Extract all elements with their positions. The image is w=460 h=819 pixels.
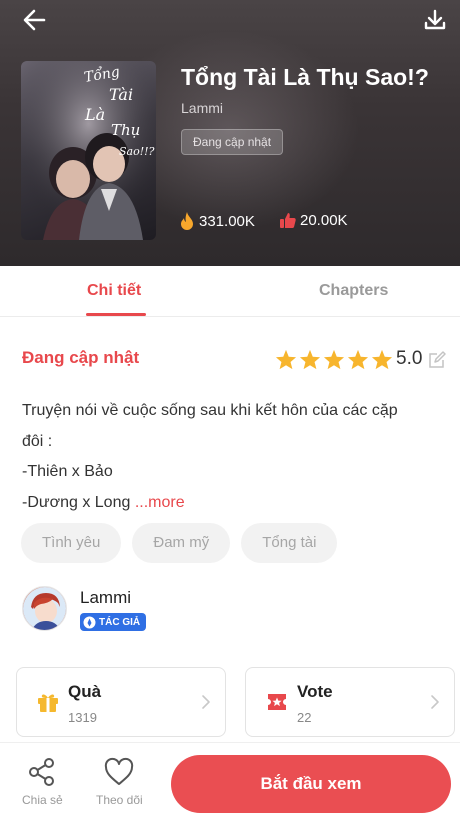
tab-bar: Chi tiết Chapters (0, 266, 460, 317)
chevron-right-icon (202, 695, 210, 709)
manga-title: Tổng Tài Là Thụ Sao!? (181, 64, 429, 90)
tag-chip[interactable]: Đam mỹ (132, 523, 231, 563)
tag-chip[interactable]: Tổng tài (241, 523, 338, 563)
likes-count: 20.00K (300, 211, 348, 229)
vote-title: Vote (297, 682, 333, 701)
fire-icon (181, 212, 193, 230)
follow-label: Theo dõi (96, 793, 143, 807)
gift-icon (38, 694, 58, 712)
star-icon (323, 349, 345, 370)
vote-card[interactable]: Vote 22 (245, 667, 455, 737)
likes-stat: 20.00K (279, 211, 348, 229)
star-icon (299, 349, 321, 370)
heart-icon (105, 757, 134, 785)
star-icon (371, 349, 393, 370)
download-button[interactable] (420, 6, 450, 34)
ticket-icon (268, 694, 286, 710)
avatar-art (23, 587, 66, 630)
description-line: -Thiên x Bảo (22, 463, 113, 480)
cover-title-art: Tổng Tài Là Thụ Sao!!? (82, 64, 155, 158)
author-badge-icon (83, 616, 96, 628)
author-badge: TÁC GIẢ (80, 613, 147, 631)
rate-button[interactable] (428, 351, 446, 374)
edit-icon (429, 351, 446, 368)
star-icon (347, 349, 369, 370)
star-icon (275, 349, 297, 370)
description-line: -Dương x Long (22, 493, 131, 511)
share-button[interactable]: Chia sẻ (22, 757, 63, 807)
gift-count: 1319 (68, 710, 97, 725)
download-icon (424, 9, 446, 30)
description-line: Truyện nói về cuộc sống sau khi kết hôn … (22, 402, 398, 419)
thumbs-up-icon (280, 213, 296, 228)
start-reading-button[interactable]: Bắt đầu xem (171, 755, 451, 813)
tab-active-indicator (86, 313, 146, 316)
description-line-last: -Dương x Long ...more (22, 488, 442, 519)
tab-chapters[interactable]: Chapters (319, 282, 388, 300)
bottom-action-bar: Chia sẻ Theo dõi Bắt đầu xem (0, 742, 460, 819)
share-label: Chia sẻ (22, 793, 63, 807)
author-badge-label: TÁC GIẢ (99, 616, 141, 628)
share-icon (29, 758, 55, 786)
status-chip: Đang cập nhật (181, 129, 284, 155)
more-link[interactable]: ...more (135, 494, 185, 511)
tab-details[interactable]: Chi tiết (87, 282, 141, 300)
avatar[interactable] (22, 586, 67, 631)
rating-stars (275, 349, 393, 370)
views-count: 331.00K (199, 212, 255, 230)
chevron-right-icon (431, 695, 439, 709)
tag-chip[interactable]: Tình yêu (21, 523, 122, 563)
description-line: đôi : (22, 432, 53, 450)
views-stat: 331.00K (178, 211, 255, 231)
cover-image: Tổng Tài Là Thụ Sao!!? (21, 61, 156, 240)
genre-tags: Tình yêu Đam mỹ Tổng tài (21, 523, 338, 563)
rating-value: 5.0 (396, 348, 423, 369)
header-author: Lammi (181, 100, 224, 116)
back-button[interactable] (20, 6, 50, 34)
arrow-left-icon (23, 9, 46, 31)
vote-count: 22 (297, 710, 312, 725)
update-status: Đang cập nhật (22, 348, 140, 367)
follow-button[interactable]: Theo dõi (96, 757, 143, 807)
manga-header: Tổng Tài Là Thụ Sao!!? Tổng Tài Là Thụ S… (0, 0, 460, 266)
gift-title: Quà (68, 682, 102, 701)
author-name[interactable]: Lammi (80, 588, 131, 608)
gift-card[interactable]: Quà 1319 (16, 667, 226, 737)
description: Truyện nói về cuộc sống sau khi kết hôn … (22, 396, 442, 518)
